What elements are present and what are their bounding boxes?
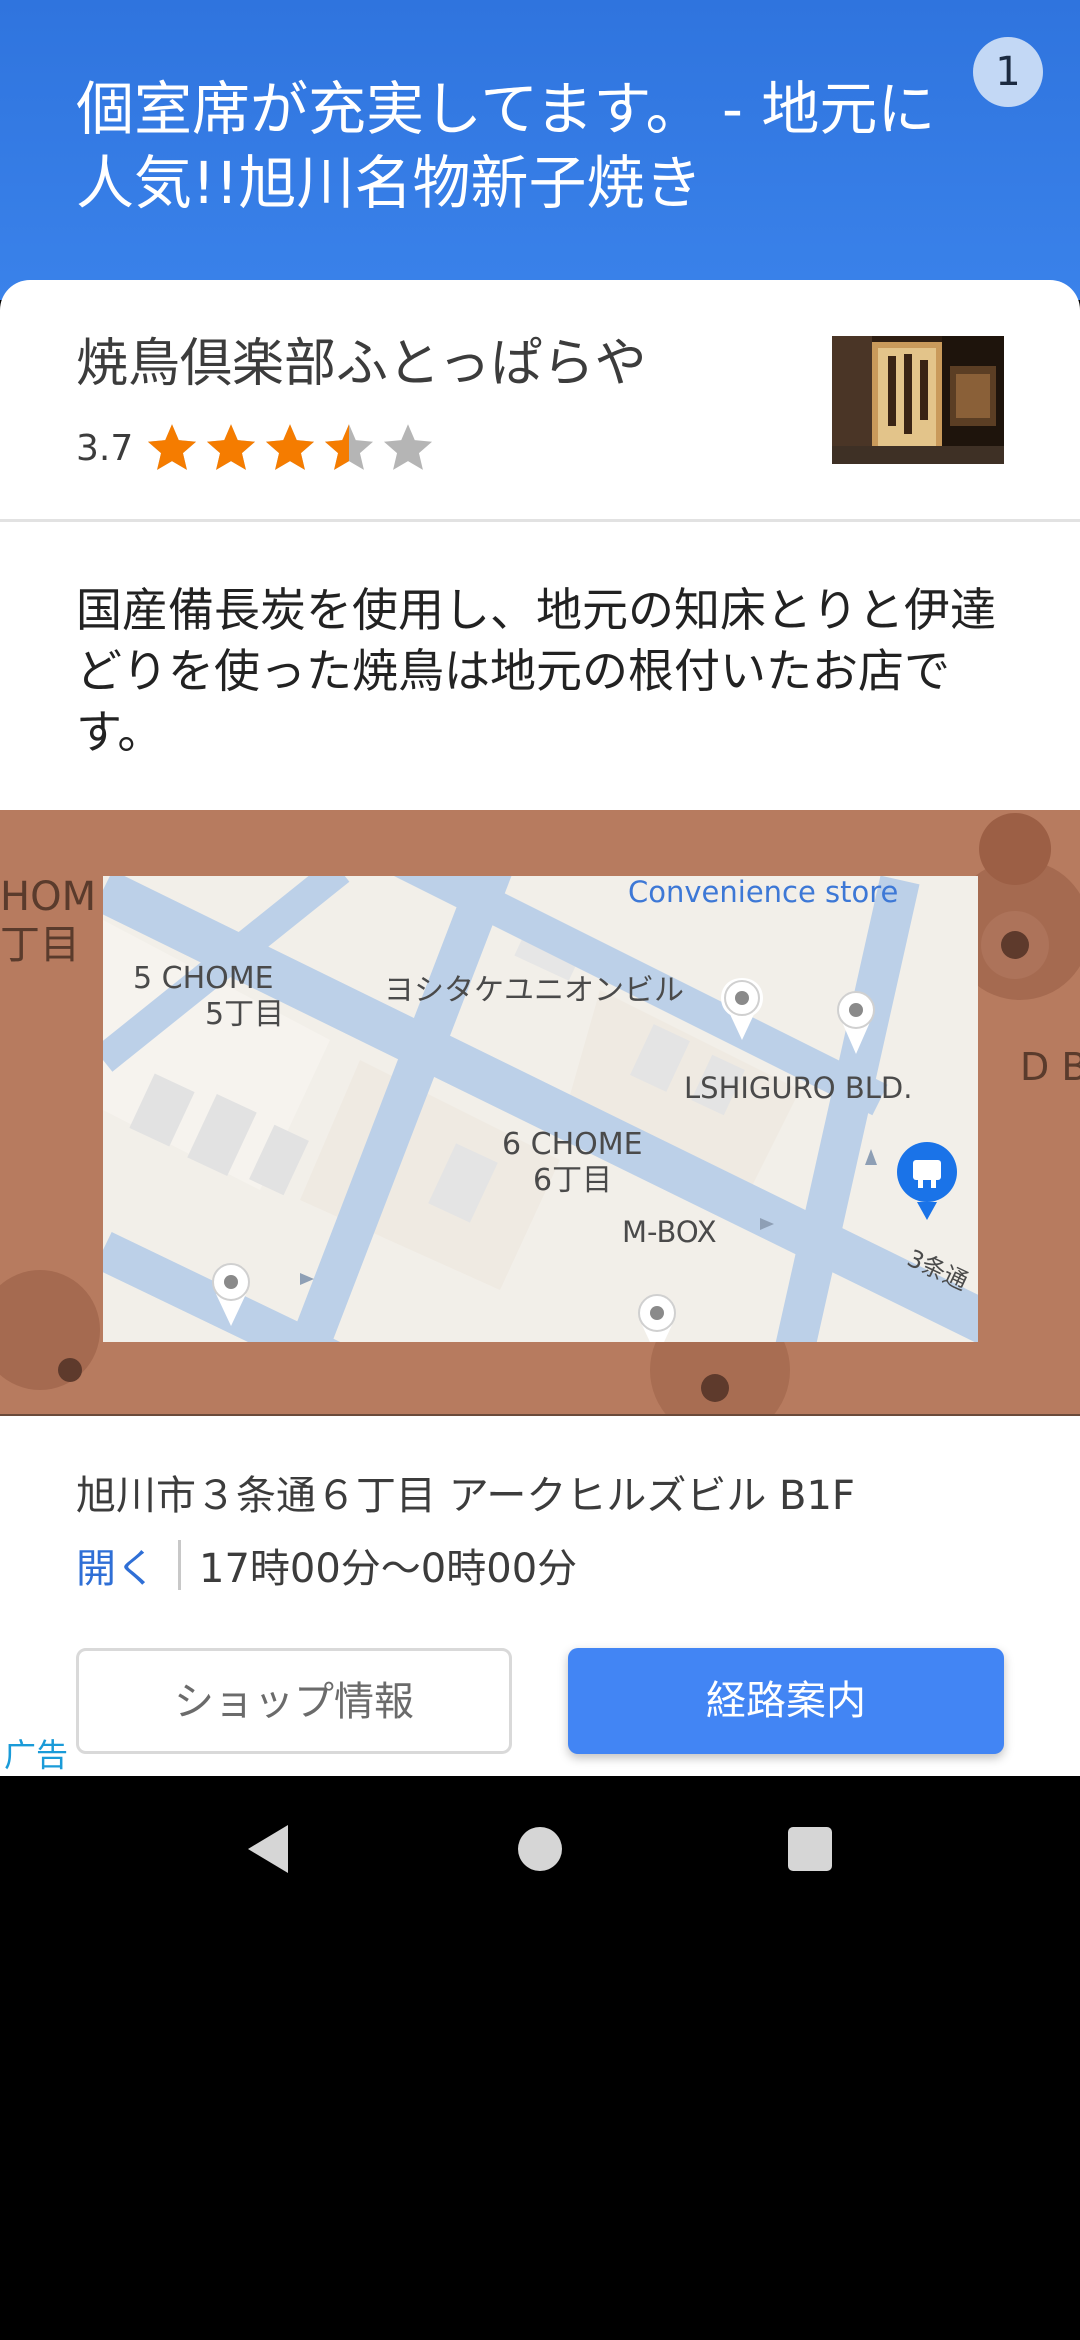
ad-header[interactable]: 個室席が充実してます。 - 地元に人気!!旭川名物新子焼き 1 [0, 0, 1080, 300]
map-label-mbox: M-BOX [622, 1215, 717, 1249]
system-navigation-bar [0, 1776, 1080, 1922]
rating-star-icon [207, 424, 256, 470]
location-map[interactable]: HOM 丁目 D BL [0, 810, 1080, 1416]
rating-star-icon [325, 424, 374, 470]
map-inner: Convenience store 5 CHOME 5丁目 ヨシタケユニオンビル… [103, 875, 978, 1342]
rating-star-icon [148, 424, 197, 470]
rating-star-icon [384, 424, 433, 470]
ad-label[interactable]: 广告 [4, 1730, 68, 1776]
rating-star-icon [266, 424, 315, 470]
nav-recents-button[interactable] [750, 1776, 870, 1922]
shop-photo-image [832, 336, 1004, 464]
map-label-convenience-store: Convenience store [628, 875, 898, 909]
directions-button[interactable]: 経路案内 [568, 1648, 1004, 1754]
shop-description: 国産備長炭を使用し、地元の知床とりと伊達どりを使った焼鳥は地元の根付いたお店です… [76, 583, 996, 759]
shop-address: 旭川市３条通６丁目 アークヒルズビル B1F [76, 1473, 855, 1519]
nav-back-button[interactable] [208, 1776, 328, 1922]
map-label-5-chome: 5 CHOME [133, 961, 274, 996]
recents-square-icon [788, 1827, 832, 1871]
shop-card: 焼鳥倶楽部ふとっぱらや 3.7 国産備長炭を使用し、地元の知床とりと伊達どりを使… [0, 280, 1080, 1776]
rating-value: 3.7 [76, 427, 134, 469]
shop-name[interactable]: 焼鳥倶楽部ふとっぱらや [76, 332, 646, 396]
page-indicator-badge: 1 [973, 37, 1043, 107]
map-label-6-chome-jp: 6丁目 [533, 1163, 612, 1198]
map-label-lshiguro: LSHIGURO BLD. [684, 1071, 912, 1105]
hours-divider [178, 1540, 181, 1590]
map-label-5-chome-jp: 5丁目 [205, 997, 284, 1032]
open-status-link[interactable]: 開く [76, 1536, 156, 1594]
rating: 3.7 [76, 418, 436, 478]
shop-info-button[interactable]: ショップ情報 [76, 1648, 512, 1754]
map-edge-label-right: D BL [1020, 1045, 1080, 1089]
map-image: HOM 丁目 D BL [0, 810, 1080, 1414]
home-circle-icon [518, 1827, 562, 1871]
map-edge-label-left: HOM [0, 874, 96, 920]
shop-summary[interactable]: 焼鳥倶楽部ふとっぱらや 3.7 [0, 280, 1080, 522]
hours-text: 17時00分〜0時00分 [199, 1546, 578, 1592]
opening-hours: 開く 17時00分〜0時00分 [76, 1538, 577, 1592]
nav-home-button[interactable] [480, 1776, 600, 1922]
rating-stars [141, 420, 436, 476]
shop-photo[interactable] [832, 336, 1004, 464]
back-triangle-icon [248, 1825, 288, 1873]
map-edge-label-left-jp: 丁目 [0, 922, 80, 968]
map-label-building: ヨシタケユニオンビル [384, 973, 684, 1008]
ad-headline[interactable]: 個室席が充実してます。 - 地元に人気!!旭川名物新子焼き [76, 72, 956, 220]
map-label-6-chome: 6 CHOME [502, 1127, 643, 1162]
